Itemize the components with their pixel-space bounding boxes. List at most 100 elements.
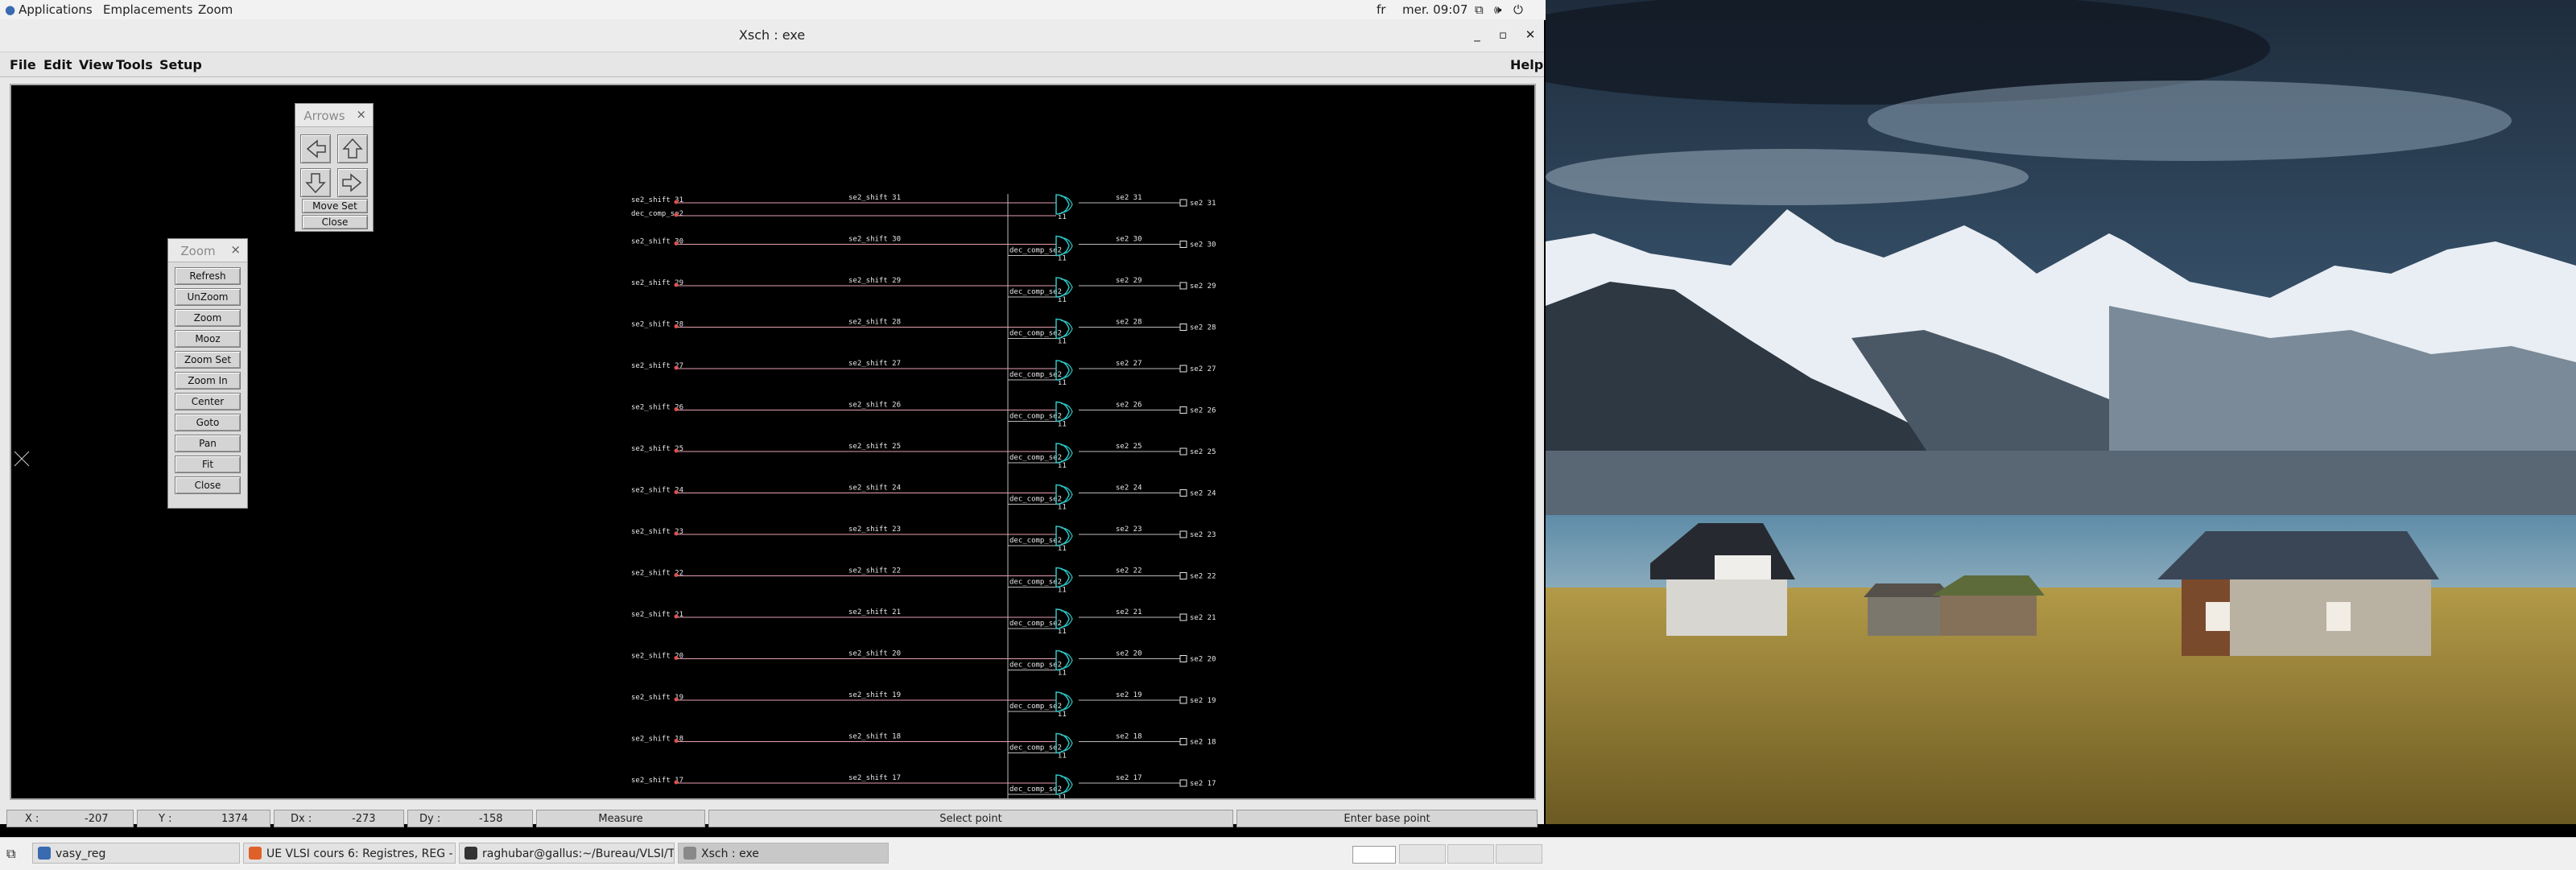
taskbar-item[interactable]: UE VLSI cours 6: Registres, REG - c... — [243, 843, 456, 864]
workspace-1[interactable] — [1352, 846, 1396, 864]
clock-net-label: dec_comp_se2 — [1009, 537, 1062, 545]
zoom-button-center[interactable]: Center — [175, 393, 241, 410]
clock-net-label: dec_comp_se2 — [1009, 288, 1062, 296]
output-connector — [1179, 489, 1187, 497]
zoom-button-unzoom[interactable]: UnZoom — [175, 288, 241, 306]
input-pin — [674, 407, 679, 411]
taskbar-item[interactable]: vasy_reg — [32, 843, 240, 864]
zoom-button-fit[interactable]: Fit — [175, 456, 241, 473]
minimize-icon[interactable]: _ — [1468, 26, 1486, 43]
menu-file[interactable]: File — [10, 57, 36, 72]
app-icon — [249, 847, 262, 860]
clock-net-label: dec_comp_se2 — [1009, 330, 1062, 338]
taskbar-item[interactable]: raghubar@gallus:~/Bureau/VLSI/TP5... — [459, 843, 675, 864]
cell-instance-label: i1 — [1058, 545, 1067, 553]
close-icon[interactable]: ✕ — [1521, 26, 1539, 43]
places-menu[interactable]: Emplacements — [103, 2, 193, 17]
output-net-label: se2 25 — [1190, 448, 1216, 456]
output-net-label: se2 21 — [1190, 614, 1216, 622]
output-connector — [1179, 530, 1187, 538]
arrow-down-icon — [305, 173, 326, 194]
input-pin — [674, 324, 679, 328]
arrow-right-icon — [342, 173, 362, 192]
status-dx-value: -273 — [352, 813, 376, 825]
output-connector — [1179, 282, 1187, 290]
arrow-left-button[interactable] — [300, 134, 331, 163]
volume-icon[interactable]: 🕪 — [1494, 2, 1501, 17]
schematic-row: se2_shift 31 se2_shift 31dec_comp_se2 i1se… — [631, 194, 1216, 221]
status-dy: Dy : -158 — [407, 810, 533, 827]
output-net-label: se2 30 — [1190, 241, 1216, 249]
zoom-button-zoom-set[interactable]: Zoom Set — [175, 351, 241, 369]
menu-help[interactable]: Help — [1510, 57, 1543, 72]
arrows-close-button[interactable]: Close — [302, 215, 368, 229]
schematic-row: se2_shift 18 se2_shift 18dec_comp_se2i1se… — [631, 733, 1216, 761]
status-mode: Measure — [536, 810, 705, 827]
status-y-value: 1374 — [221, 813, 249, 825]
clock-net-label: dec_comp_se2 — [1009, 744, 1062, 752]
zoom-menu[interactable]: Zoom — [198, 2, 233, 17]
menu-view[interactable]: View — [79, 57, 114, 72]
wire-net-label: se2_shift 21 — [848, 608, 901, 616]
maximize-icon[interactable]: ▫ — [1494, 26, 1512, 43]
zoom-panel-title: Zoom — [180, 244, 216, 258]
cell-instance-label: i1 — [1058, 711, 1067, 719]
output-connector — [1179, 365, 1187, 373]
cell-instance-label: i1 — [1058, 752, 1067, 761]
menu-edit[interactable]: Edit — [43, 57, 72, 72]
schematic-row: se2_shift 19 se2_shift 19dec_comp_se2i1se… — [631, 691, 1216, 719]
window-titlebar[interactable]: Xsch : exe _ ▫ ✕ — [0, 19, 1544, 52]
move-set-button[interactable]: Move Set — [302, 199, 368, 213]
output-connector — [1179, 655, 1187, 662]
output-wire-label: se2 29 — [1116, 277, 1142, 285]
schematic-row: se2_shift 22 se2_shift 22dec_comp_se2i1se… — [631, 567, 1216, 595]
output-net-label: se2 27 — [1190, 365, 1216, 373]
zoom-button-zoom-in[interactable]: Zoom In — [175, 372, 241, 390]
zoom-close-icon[interactable]: × — [230, 242, 241, 257]
clock-net-label: dec_comp_se2 — [1009, 620, 1062, 628]
schematic-row: se2_shift 23 se2_shift 23dec_comp_se2i1se… — [631, 526, 1216, 553]
menu-tools[interactable]: Tools — [116, 57, 153, 72]
taskbar-item[interactable]: Xsch : exe — [678, 843, 889, 864]
menu-setup[interactable]: Setup — [159, 57, 202, 72]
workspace-3[interactable] — [1447, 844, 1494, 864]
arrow-right-button[interactable] — [337, 168, 368, 197]
cell-instance-label: i1 — [1058, 379, 1067, 387]
input-pin — [674, 200, 679, 204]
arrow-up-button[interactable] — [337, 134, 368, 163]
status-x: X : -207 — [6, 810, 134, 827]
workspace-2[interactable] — [1399, 844, 1446, 864]
clock-net-label: dec_comp_se2 — [1009, 413, 1062, 421]
output-connector — [1179, 199, 1187, 207]
zoom-button-goto[interactable]: Goto — [175, 414, 241, 431]
power-icon[interactable]: ⏻ — [1513, 2, 1523, 17]
show-desktop-icon[interactable]: ⧉ — [6, 846, 15, 862]
input-pin — [674, 656, 679, 660]
zoom-button-close[interactable]: Close — [175, 476, 241, 494]
clock-net-label: dec_comp_se2 — [1009, 579, 1062, 587]
arrows-panel-header[interactable]: Arrows × — [295, 104, 373, 127]
clock[interactable]: mer. 09:07 — [1402, 2, 1468, 17]
zoom-button-refresh[interactable]: Refresh — [175, 267, 241, 285]
app-icon — [38, 847, 51, 860]
input-pin — [674, 531, 679, 536]
desktop-wallpaper — [1546, 0, 2576, 824]
workspace-4[interactable] — [1496, 844, 1542, 864]
zoom-button-mooz[interactable]: Mooz — [175, 330, 241, 348]
arrows-close-icon[interactable]: × — [356, 107, 366, 122]
arrow-down-button[interactable] — [300, 168, 331, 197]
zoom-button-zoom[interactable]: Zoom — [175, 309, 241, 327]
input-pin — [674, 697, 679, 702]
output-wire-label: se2 24 — [1116, 484, 1142, 493]
wire-net-label: se2_shift 17 — [848, 774, 901, 782]
output-wire-label: se2 17 — [1116, 774, 1142, 782]
zoom-button-pan[interactable]: Pan — [175, 435, 241, 452]
applications-menu[interactable]: ● Applications — [5, 2, 93, 17]
output-connector — [1179, 779, 1187, 787]
cell-instance-label: i1 — [1058, 587, 1067, 595]
output-wire-label: se2 21 — [1116, 608, 1142, 616]
zoom-panel-header[interactable]: Zoom × — [168, 239, 247, 262]
keyboard-layout[interactable]: fr — [1377, 2, 1385, 17]
network-icon[interactable]: ⧉ — [1475, 2, 1484, 17]
input-pin — [674, 739, 679, 743]
